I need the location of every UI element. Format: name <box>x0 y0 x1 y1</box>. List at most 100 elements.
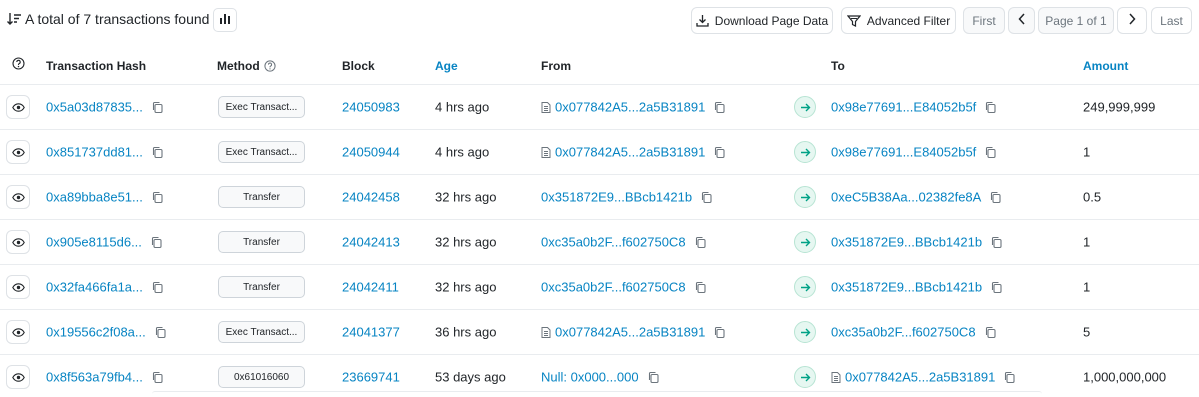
amount-cell: 249,999,999 <box>1083 100 1155 115</box>
method-badge: Exec Transact... <box>218 141 305 163</box>
view-details-button[interactable] <box>6 365 30 389</box>
from-address-link[interactable]: 0x077842A5...2a5B31891 <box>555 100 705 115</box>
view-details-button[interactable] <box>6 95 30 119</box>
next-page-button[interactable] <box>1117 7 1147 34</box>
copy-icon[interactable] <box>648 371 659 383</box>
eye-icon <box>11 237 25 247</box>
view-details-button[interactable] <box>6 230 30 254</box>
from-address-link[interactable]: 0x077842A5...2a5B31891 <box>555 325 705 340</box>
previous-page-button[interactable] <box>1008 7 1035 34</box>
copy-icon[interactable] <box>695 236 706 248</box>
eye-icon <box>11 282 25 292</box>
age-text: 32 hrs ago <box>435 189 497 205</box>
to-cell: 0xc35a0b2F...f602750C8 <box>831 325 996 340</box>
copy-icon[interactable] <box>985 326 996 338</box>
from-address-link[interactable]: 0x351872E9...BBcb1421b <box>541 190 692 205</box>
view-details-button[interactable] <box>6 140 30 164</box>
copy-icon[interactable] <box>152 101 163 113</box>
table-body: 0x5a03d87835... Exec Transact... 24050983 4… <box>0 85 1199 397</box>
transaction-hash-link[interactable]: 0x851737dd81... <box>46 145 143 160</box>
column-header-age[interactable]: Age <box>435 59 458 73</box>
direction-arrow-icon <box>794 186 816 208</box>
view-details-button[interactable] <box>6 185 30 209</box>
transaction-hash-link[interactable]: 0x905e8115d6... <box>46 235 142 250</box>
from-address-link[interactable]: 0x077842A5...2a5B31891 <box>555 145 705 160</box>
download-page-data-button[interactable]: Download Page Data <box>691 7 833 34</box>
copy-icon[interactable] <box>991 236 1002 248</box>
block-link[interactable]: 23669741 <box>342 370 400 385</box>
method-badge: Exec Transact... <box>218 321 305 343</box>
transaction-hash-link[interactable]: 0x19556c2f08a... <box>46 325 146 340</box>
block-link[interactable]: 24042411 <box>342 280 399 295</box>
copy-icon[interactable] <box>991 281 1002 293</box>
view-details-button[interactable] <box>6 275 30 299</box>
to-address-link[interactable]: 0x351872E9...BBcb1421b <box>831 235 982 250</box>
hash-cell: 0xa89bba8e51... <box>46 190 163 205</box>
block-link[interactable]: 24042413 <box>342 235 400 250</box>
to-address-link[interactable]: 0x077842A5...2a5B31891 <box>845 370 995 385</box>
from-address-link[interactable]: 0xc35a0b2F...f602750C8 <box>541 280 686 295</box>
help-icon[interactable] <box>12 57 25 73</box>
chart-view-button[interactable] <box>213 8 237 32</box>
transaction-hash-link[interactable]: 0x5a03d87835... <box>46 100 143 115</box>
to-address-link[interactable]: 0xeC5B38Aa...02382fe8A <box>831 190 981 205</box>
age-cell: 36 hrs ago <box>435 325 496 340</box>
from-cell: 0x077842A5...2a5B31891 <box>541 325 725 340</box>
copy-icon[interactable] <box>985 146 996 158</box>
block-link[interactable]: 24050983 <box>342 100 400 115</box>
transaction-hash-link[interactable]: 0x8f563a79fb4... <box>46 370 143 385</box>
advanced-filter-button[interactable]: Advanced Filter <box>841 7 956 34</box>
to-address-link[interactable]: 0x98e77691...E84052b5f <box>831 145 976 160</box>
to-cell: 0x351872E9...BBcb1421b <box>831 280 1002 295</box>
from-cell: 0xc35a0b2F...f602750C8 <box>541 235 706 250</box>
to-address-link[interactable]: 0x98e77691...E84052b5f <box>831 100 976 115</box>
copy-icon[interactable] <box>714 146 725 158</box>
copy-icon[interactable] <box>152 281 163 293</box>
block-link[interactable]: 24050944 <box>342 145 400 160</box>
copy-icon[interactable] <box>152 146 163 158</box>
copy-icon[interactable] <box>695 281 706 293</box>
to-address-link[interactable]: 0x351872E9...BBcb1421b <box>831 280 982 295</box>
method-help-icon[interactable] <box>264 60 276 72</box>
page-indicator: Page 1 of 1 <box>1038 7 1114 34</box>
amount-value: 5 <box>1083 324 1091 340</box>
copy-icon[interactable] <box>152 371 163 383</box>
copy-icon[interactable] <box>714 326 725 338</box>
amount-cell: 1 <box>1083 145 1090 160</box>
copy-icon[interactable] <box>152 191 163 203</box>
copy-icon[interactable] <box>990 191 1001 203</box>
copy-icon[interactable] <box>701 191 712 203</box>
copy-icon[interactable] <box>985 101 996 113</box>
first-page-button[interactable]: First <box>963 7 1005 34</box>
column-header-amount[interactable]: Amount <box>1083 59 1128 73</box>
column-header-to: To <box>831 59 845 73</box>
transaction-hash-link[interactable]: 0x32fa466fa1a... <box>46 280 143 295</box>
age-text: 53 days ago <box>435 369 506 385</box>
transaction-hash-link[interactable]: 0xa89bba8e51... <box>46 190 143 205</box>
from-cell: Null: 0x000...000 <box>541 370 659 385</box>
table-toolbar: A total of 7 transactions found Download… <box>0 0 1199 41</box>
block-cell: 24042458 <box>342 190 400 205</box>
block-link[interactable]: 24042458 <box>342 190 400 205</box>
block-cell: 24042411 <box>342 280 399 295</box>
last-page-button[interactable]: Last <box>1151 7 1192 34</box>
copy-icon[interactable] <box>151 236 162 248</box>
from-address-link[interactable]: 0xc35a0b2F...f602750C8 <box>541 235 686 250</box>
block-link[interactable]: 24041377 <box>342 325 400 340</box>
copy-icon[interactable] <box>1004 371 1015 383</box>
method-header-label: Method <box>217 59 260 73</box>
horizontal-scrollbar[interactable] <box>152 391 1042 397</box>
view-details-button[interactable] <box>6 320 30 344</box>
from-address-link[interactable]: Null: 0x000...000 <box>541 370 639 385</box>
copy-icon[interactable] <box>155 326 166 338</box>
sort-descending-icon[interactable] <box>6 11 22 27</box>
eye-icon <box>11 327 25 337</box>
method-badge: Exec Transact... <box>218 96 305 118</box>
to-address-link[interactable]: 0xc35a0b2F...f602750C8 <box>831 325 976 340</box>
contract-icon <box>541 146 551 158</box>
filter-label: Advanced Filter <box>866 13 951 28</box>
hash-cell: 0x32fa466fa1a... <box>46 280 163 295</box>
copy-icon[interactable] <box>714 101 725 113</box>
method-badge: Transfer <box>218 186 305 208</box>
amount-cell: 1,000,000,000 <box>1083 370 1166 385</box>
